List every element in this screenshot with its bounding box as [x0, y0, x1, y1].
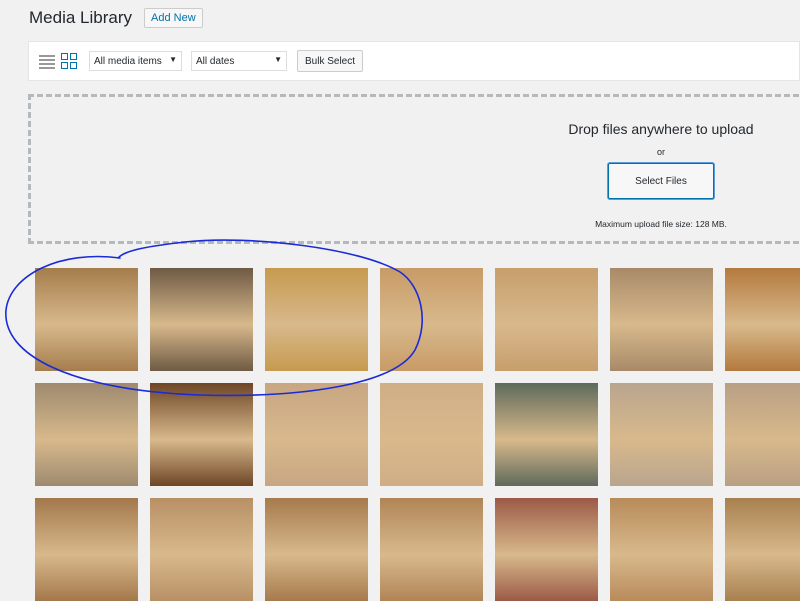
media-item-thumbnail[interactable]	[265, 498, 368, 601]
or-text: or	[656, 147, 665, 157]
list-view-icon[interactable]	[39, 53, 55, 69]
media-item-thumbnail[interactable]	[265, 383, 368, 486]
media-item-thumbnail[interactable]	[380, 383, 483, 486]
media-item-thumbnail[interactable]	[495, 383, 598, 486]
bulk-select-button[interactable]: Bulk Select	[297, 50, 364, 72]
upload-dropzone[interactable]: Drop files anywhere to upload or Select …	[28, 94, 800, 244]
media-item-thumbnail[interactable]	[610, 268, 713, 371]
max-upload-size: Maximum upload file size: 128 MB.	[595, 219, 727, 229]
media-item-thumbnail[interactable]	[35, 268, 138, 371]
media-toolbar: All media items ▼ All dates ▼ Bulk Selec…	[28, 41, 800, 81]
media-item-thumbnail[interactable]	[725, 383, 800, 486]
drop-files-text: Drop files anywhere to upload	[568, 121, 754, 137]
media-item-thumbnail[interactable]	[610, 383, 713, 486]
select-files-button[interactable]: Select Files	[608, 163, 714, 199]
chevron-down-icon: ▼	[169, 55, 177, 64]
media-item-thumbnail[interactable]	[725, 268, 800, 371]
media-item-thumbnail[interactable]	[265, 268, 368, 371]
date-filter[interactable]: All dates ▼	[191, 51, 287, 71]
media-item-thumbnail[interactable]	[35, 498, 138, 601]
media-item-thumbnail[interactable]	[610, 498, 713, 601]
grid-view-icon[interactable]	[61, 53, 77, 69]
media-item-thumbnail[interactable]	[725, 498, 800, 601]
chevron-down-icon: ▼	[274, 55, 282, 64]
date-filter-value: All dates	[196, 55, 235, 67]
media-item-thumbnail[interactable]	[380, 268, 483, 371]
add-new-button[interactable]: Add New	[144, 8, 203, 28]
page-header: Media Library Add New	[29, 8, 203, 28]
media-item-thumbnail[interactable]	[380, 498, 483, 601]
media-item-thumbnail[interactable]	[150, 498, 253, 601]
media-item-thumbnail[interactable]	[495, 268, 598, 371]
media-item-thumbnail[interactable]	[150, 268, 253, 371]
page-title: Media Library	[29, 8, 132, 27]
media-item-thumbnail[interactable]	[150, 383, 253, 486]
media-type-filter[interactable]: All media items ▼	[89, 51, 182, 71]
media-item-thumbnail[interactable]	[35, 383, 138, 486]
upload-instructions: Drop files anywhere to upload or Select …	[561, 121, 761, 229]
media-item-thumbnail[interactable]	[495, 498, 598, 601]
media-type-filter-value: All media items	[94, 55, 162, 67]
